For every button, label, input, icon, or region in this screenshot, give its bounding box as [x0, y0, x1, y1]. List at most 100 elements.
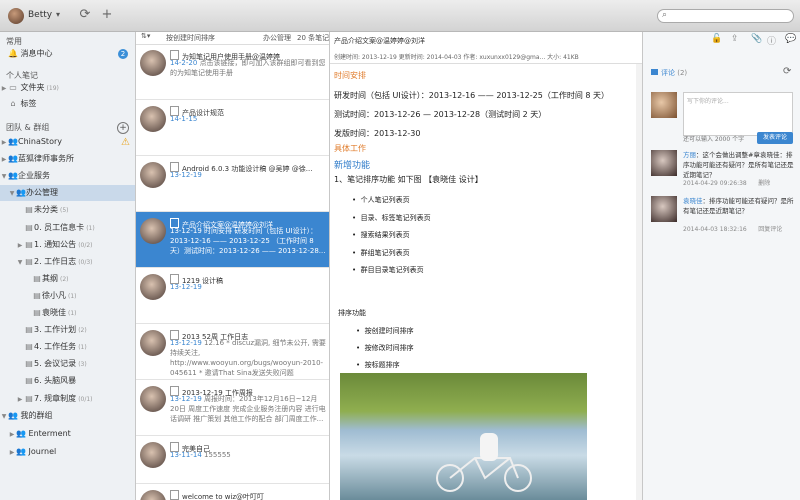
note-item-date: 13-11-14: [170, 451, 202, 459]
current-folder: 办公管理: [263, 34, 291, 42]
list-item[interactable]: welcome to wiz@叶叮叮: [136, 484, 329, 500]
bullet-text: 群组笔记列表页: [360, 248, 410, 257]
list-item[interactable]: Android 6.0.3 功能设计稿 @吴婷 @徐... 13-12-19: [136, 156, 329, 212]
info-icon[interactable]: ⓘ: [767, 34, 776, 47]
triangle-down-icon[interactable]: ▼: [0, 409, 8, 425]
triangle-right-icon[interactable]: ▶: [0, 152, 8, 168]
warning-icon: ⚠: [121, 137, 130, 148]
comment-time: 2014-04-03 18:32:16: [683, 226, 747, 233]
sidebar-item-group[interactable]: ▼ 👥办公管理: [0, 185, 135, 202]
test-time: 测试时间：2013-12-26 — 2013-12-28（测试时间 2 天）: [334, 110, 547, 119]
note-item-title: welcome to wiz@叶叮叮: [170, 490, 326, 500]
username[interactable]: Betty: [28, 10, 52, 20]
sidebar-item-messages[interactable]: 🔔 消息中心 2: [0, 46, 135, 62]
comment-input[interactable]: 写下你的评论...: [683, 92, 793, 136]
triangle-right-icon[interactable]: ▶: [16, 238, 24, 254]
share-icon[interactable]: ⇪: [731, 34, 739, 44]
tag-icon: ⌂: [10, 99, 16, 108]
folder-icon: ▤: [25, 256, 33, 266]
user-avatar[interactable]: [8, 8, 24, 24]
comment-action-link[interactable]: 删除: [758, 180, 770, 187]
sidebar-item-group[interactable]: ▤6. 头脑风暴: [0, 373, 135, 389]
comment-author[interactable]: 方丽: [683, 151, 696, 159]
sidebar-item-group[interactable]: ▤3. 工作计划 (2): [0, 322, 135, 338]
triangle-right-icon[interactable]: ▶: [0, 135, 8, 151]
note-thumbnail: [140, 442, 166, 468]
triangle-down-icon[interactable]: ▼: [8, 186, 16, 202]
search-icon: ⌕: [662, 10, 668, 20]
triangle-right-icon[interactable]: ▶: [16, 392, 24, 408]
list-item[interactable]: 2013 52周 工作日志 13-12-19 12.16 * discuz漏洞, …: [136, 324, 329, 380]
sidebar-item-journel[interactable]: ▶ 👥 Journel: [0, 444, 135, 461]
note-thumbnail: [140, 50, 166, 76]
list-item[interactable]: 完美自己 13-11-14 155555: [136, 436, 329, 484]
people-icon: 👥: [16, 429, 26, 438]
comment-icon[interactable]: 💬: [785, 34, 796, 44]
sidebar-item-label: 标签: [20, 99, 37, 108]
list-item[interactable]: 产品设计规范 14-1-15: [136, 100, 329, 156]
triangle-right-icon[interactable]: ▶: [8, 445, 16, 461]
add-group-icon[interactable]: +: [117, 122, 129, 134]
comment-icon: [651, 69, 658, 75]
sidebar-item-label: 1. 通知公告: [34, 239, 77, 249]
triangle-right-icon[interactable]: ▶: [0, 81, 8, 97]
comment-text: 方丽：这个会做出调整#章袁晓佳：排序功能可能还有疑问？是所有笔记还是近期笔记？: [683, 150, 795, 180]
refresh-icon[interactable]: ⟳: [783, 66, 791, 77]
sidebar-item-count: (1): [86, 224, 95, 232]
note-thumbnail: [140, 330, 166, 356]
heading-features: 新增功能: [334, 161, 371, 171]
note-item-body: 13-12-19 时间安排 研发时间（包括 UI设计）：2013-12-16 —…: [170, 226, 326, 256]
sidebar-item-count: (1): [68, 310, 77, 317]
sidebar-item-group[interactable]: ▤4. 工作任务 (1): [0, 339, 135, 355]
sort-icon[interactable]: ⇅▾: [141, 32, 150, 40]
sidebar-item-group[interactable]: ▶ ▤7. 规章制度 (0/1): [0, 391, 135, 408]
comment-author[interactable]: 袁晓佳: [683, 197, 703, 205]
sync-icon[interactable]: ⟳: [77, 7, 93, 23]
sidebar-item-enterment[interactable]: ▶ 👥 Enterment: [0, 426, 135, 443]
sort-dropdown[interactable]: 按创建时间排序: [166, 33, 215, 43]
sidebar-item-group[interactable]: ▤未分类 (5): [0, 202, 135, 218]
sidebar-item-group[interactable]: ▶ ▤1. 通知公告 (0/2): [0, 237, 135, 254]
sidebar-item-count: (0/3): [78, 258, 93, 266]
content-scrollbar[interactable]: [636, 64, 642, 500]
sidebar-item-group[interactable]: ▤其纲 (2): [0, 271, 135, 287]
note-item-date: 13-12-19: [170, 395, 202, 403]
sidebar-item-label: 未分类: [34, 205, 58, 215]
sort-bullet-item: • 按修改时间排序: [356, 344, 414, 352]
bullet-text: 个人笔记列表页: [360, 196, 410, 204]
sidebar-item-group[interactable]: ▤0. 员工信息卡 (1): [0, 220, 135, 236]
bullet-item: • 群组笔记列表页: [352, 248, 410, 257]
sidebar-item-group[interactable]: ▤徐小凡 (1): [0, 288, 135, 304]
sidebar-item-group[interactable]: ▼ 👥企业服务: [0, 168, 135, 185]
sidebar-item-label: 其纲: [42, 273, 58, 283]
submit-comment-button[interactable]: 发表评论: [757, 132, 793, 144]
list-item[interactable]: 1219 设计稿 13-12-19: [136, 268, 329, 324]
search-input[interactable]: [672, 11, 787, 21]
sidebar-item-group[interactable]: ▤5. 会议记录 (3): [0, 356, 135, 372]
comment-action-link[interactable]: 回复评论: [758, 226, 782, 233]
sidebar-item-my-groups[interactable]: ▼ 👥 我的群组: [0, 408, 135, 425]
list-item[interactable]: 2013-12-19 工作周报 13-12-19 周报时间：2013年12月16日…: [136, 380, 329, 436]
list-item[interactable]: 产品介绍文案@温婷婷@刘洋 13-12-19 时间安排 研发时间（包括 UI设计）…: [136, 212, 329, 268]
sidebar-item-tags[interactable]: ⌂ 标签: [0, 96, 135, 112]
search-box[interactable]: ⌕: [657, 9, 794, 23]
triangle-down-icon[interactable]: ▼: [16, 255, 24, 271]
plus-icon[interactable]: +: [99, 7, 115, 23]
sidebar-item-group[interactable]: ▼ ▤2. 工作日志 (0/3): [0, 254, 135, 271]
sidebar-item-group[interactable]: ▤袁晓佳 (1): [0, 305, 135, 321]
attachment-icon[interactable]: 📎: [751, 34, 762, 44]
sidebar-item-label: 文件夹: [20, 83, 45, 92]
comments-label: 评论: [661, 69, 675, 77]
sidebar-item-group[interactable]: ▶ 👥蓝狐律师事务所: [0, 151, 135, 168]
people-icon: 👥: [8, 137, 18, 146]
lock-icon[interactable]: 🔓: [711, 34, 722, 44]
sidebar-item-folders[interactable]: ▶ ▭ 文件夹 (19): [0, 80, 135, 97]
chevron-down-icon[interactable]: ▾: [56, 10, 60, 19]
note-item-title-text: welcome to wiz@叶叮叮: [182, 493, 265, 500]
sidebar-item-count: (0/2): [78, 241, 93, 249]
triangle-right-icon[interactable]: ▶: [8, 427, 16, 443]
triangle-down-icon[interactable]: ▼: [0, 169, 8, 185]
sidebar-item-group[interactable]: ▶ 👥ChinaStory ⚠: [0, 134, 135, 151]
note-item-body: 13-11-14 155555: [170, 450, 326, 460]
list-item[interactable]: 为知笔记用户使用手册@温婷婷 14-2-20 点击该链接，即可加入该群组即可看到您…: [136, 44, 329, 100]
